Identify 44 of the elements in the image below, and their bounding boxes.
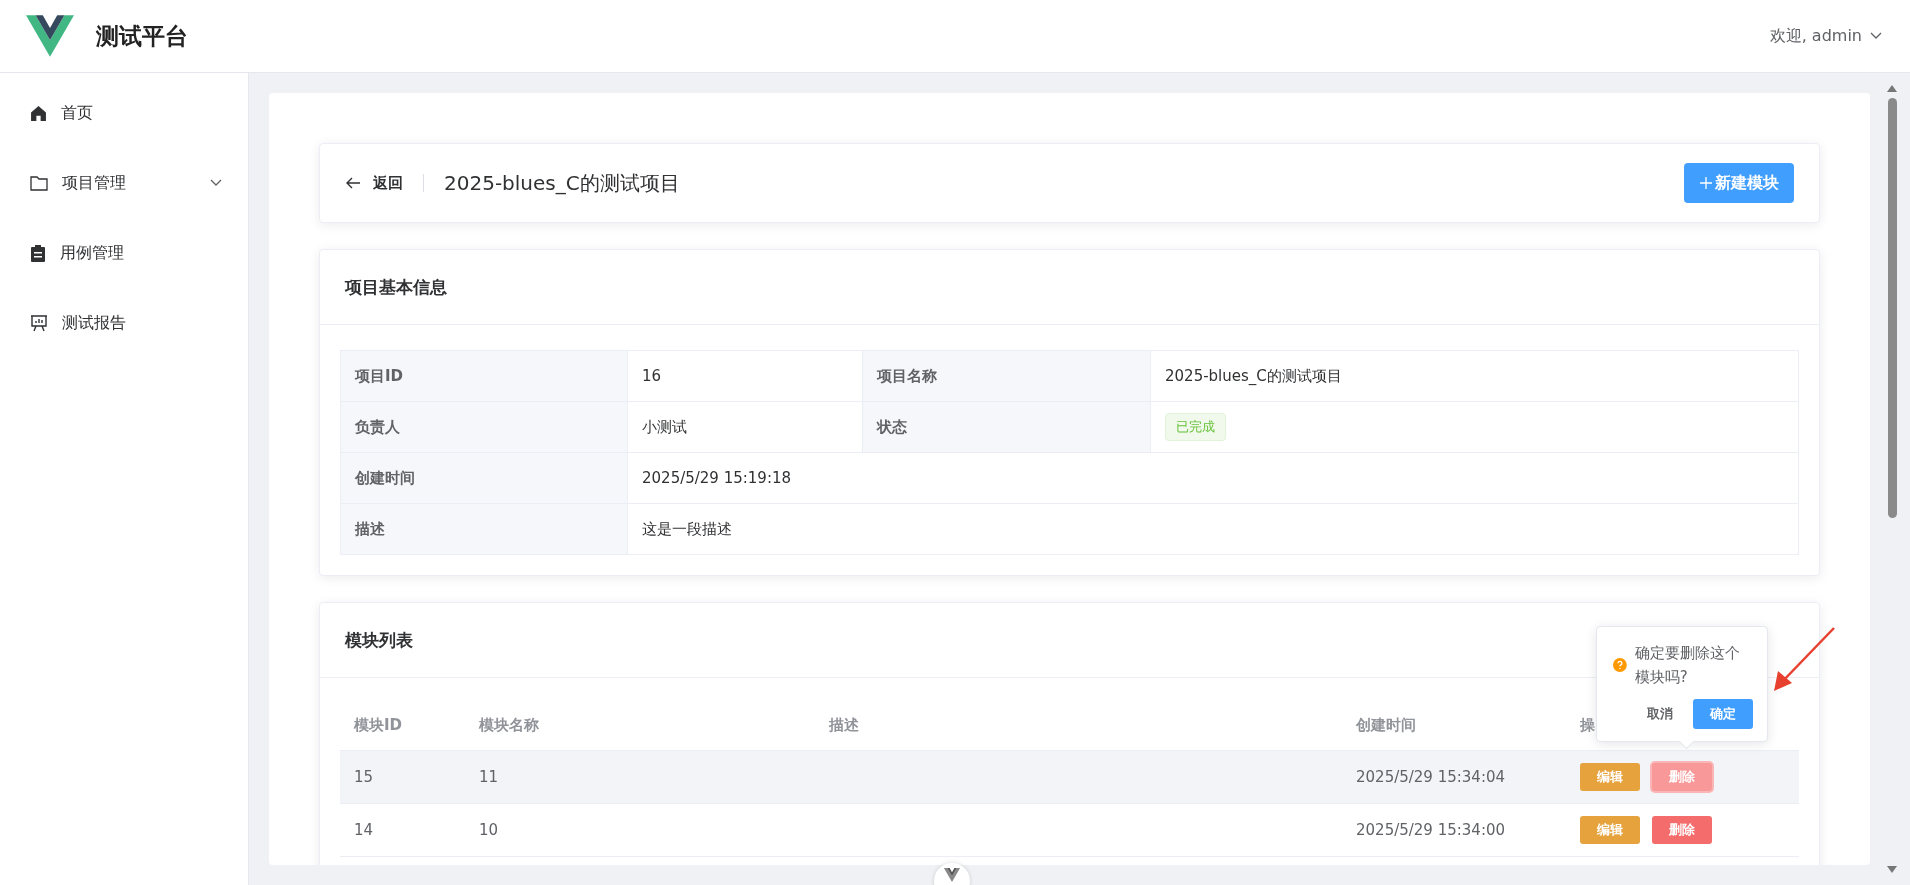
sidebar-item[interactable]: 首页: [0, 78, 248, 148]
field-label: 项目ID: [341, 351, 628, 401]
user-menu[interactable]: 欢迎, admin: [1763, 24, 1888, 48]
app-title: 测试平台: [96, 21, 188, 51]
card-title: 项目基本信息: [320, 250, 1819, 325]
sidebar-item[interactable]: 用例管理: [0, 218, 248, 288]
table-cell: 14: [354, 821, 374, 839]
annotation-arrow: [1772, 627, 1836, 693]
field-value: 这是一段描述: [642, 519, 732, 539]
table-cell: 11: [479, 768, 499, 786]
field-label: 描述: [341, 504, 628, 554]
table-cell: 10: [479, 821, 499, 839]
column-header: 描述: [829, 715, 859, 734]
chevron-down-icon: [1870, 32, 1882, 40]
field-value: 2025-blues_C的测试项目: [1165, 366, 1342, 386]
clipboard-icon: [30, 244, 46, 262]
column-header: 创建时间: [1356, 715, 1416, 734]
field-value: 小测试: [642, 417, 687, 437]
table-cell: 2025/5/29 15:34:00: [1356, 821, 1506, 839]
field-value: 16: [642, 367, 662, 385]
field-label: 负责人: [341, 402, 628, 452]
arrow-left-icon: [345, 176, 361, 190]
home-icon: [30, 104, 47, 122]
sidebar-item[interactable]: 测试报告: [0, 288, 248, 358]
field-label: 状态: [863, 402, 1151, 452]
field-value: 2025/5/29 15:19:18: [642, 469, 792, 487]
back-button[interactable]: 返回: [345, 173, 403, 193]
status-tag: 已完成: [1165, 413, 1226, 441]
folder-icon: [30, 175, 48, 191]
column-header: 模块名称: [479, 715, 539, 734]
column-header: 操: [1580, 715, 1595, 735]
table-cell: 15: [354, 768, 374, 786]
field-label: 项目名称: [863, 351, 1151, 401]
field-label: 创建时间: [341, 453, 628, 503]
confirm-message: 确定要删除这个模块吗?: [1634, 643, 1741, 688]
table-cell: 2025/5/29 15:34:04: [1356, 768, 1506, 786]
column-header: 模块ID: [354, 715, 403, 734]
presentation-board-icon: [30, 314, 48, 332]
cancel-button[interactable]: 取消: [1641, 704, 1679, 724]
page-title: 2025-blues_C的测试项目: [444, 169, 680, 197]
question-icon: [1613, 658, 1627, 672]
sidebar-item[interactable]: 项目管理: [0, 148, 248, 218]
v-logo-icon: [26, 15, 74, 57]
plus-icon: [1699, 176, 1713, 190]
